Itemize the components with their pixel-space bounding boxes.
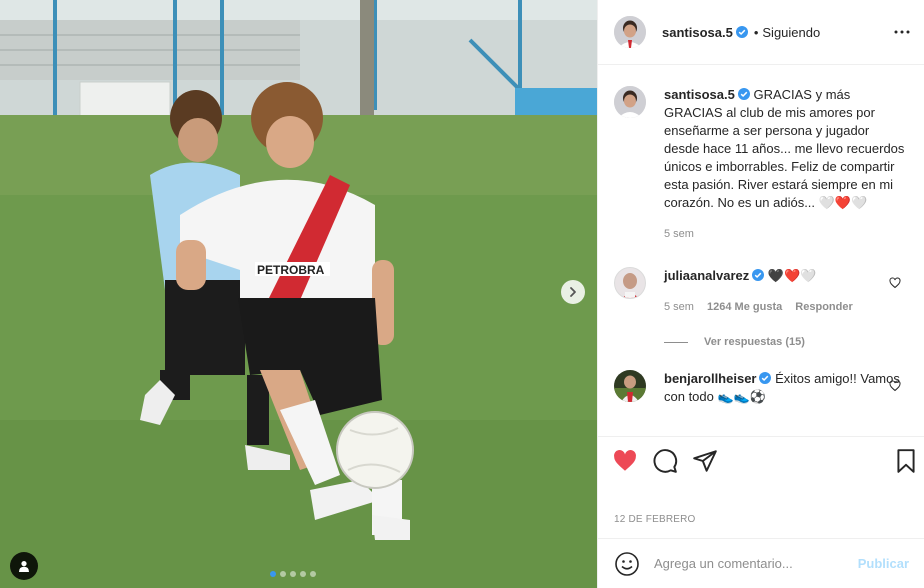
verified-badge-icon <box>737 88 750 100</box>
comment-username[interactable]: juliaanalvarez <box>664 268 749 283</box>
avatar-image <box>614 86 646 118</box>
carousel-dot <box>270 571 276 577</box>
following-button[interactable]: Siguiendo <box>762 25 820 40</box>
view-replies-button[interactable]: Ver respuestas (15) <box>664 336 909 348</box>
carousel-indicator <box>270 571 316 577</box>
comment-avatar[interactable] <box>614 370 646 402</box>
comment-item: juliaanalvarez 🖤❤️🤍 5 sem 1264 Me gusta … <box>614 267 909 316</box>
author-avatar[interactable] <box>614 16 646 48</box>
comment-likes[interactable]: 1264 Me gusta <box>707 301 782 313</box>
post-actions <box>598 436 924 486</box>
caption-text: GRACIAS y más GRACIAS al club de mis amo… <box>664 87 905 210</box>
comment-composer: Publicar <box>598 538 924 588</box>
reply-button[interactable]: Responder <box>795 301 852 313</box>
instagram-post: PETROBRA santisosa.5 • Siguiendo santiso… <box>0 0 924 588</box>
caption-username[interactable]: santisosa.5 <box>664 87 735 102</box>
comment-avatar[interactable] <box>614 267 646 299</box>
post-date[interactable]: 12 DE FEBRERO <box>614 514 696 525</box>
save-bookmark-icon[interactable] <box>893 448 919 474</box>
post-header: santisosa.5 • Siguiendo <box>598 0 924 65</box>
avatar-image <box>615 268 645 298</box>
post-media[interactable]: PETROBRA <box>0 0 597 588</box>
caption: santisosa.5 GRACIAS y más GRACIAS al clu… <box>614 86 909 243</box>
publish-button[interactable]: Publicar <box>858 556 909 571</box>
caption-avatar[interactable] <box>614 86 646 118</box>
share-icon[interactable] <box>692 448 718 474</box>
carousel-dot <box>310 571 316 577</box>
avatar-image <box>614 16 646 48</box>
chevron-right-icon <box>570 287 576 297</box>
comment-time[interactable]: 5 sem <box>664 301 694 313</box>
avatar-image <box>614 370 646 402</box>
comment-item: benjarollheiser Éxitos amigo!! Vamos con… <box>614 370 909 406</box>
carousel-dot <box>300 571 306 577</box>
author-username[interactable]: santisosa.5 <box>662 25 733 40</box>
verified-badge-icon <box>759 372 772 384</box>
caption-meta: 5 sem <box>664 225 906 243</box>
more-options-icon[interactable] <box>892 22 912 42</box>
post-sidebar: santisosa.5 • Siguiendo santisosa.5 GRAC… <box>597 0 924 588</box>
comment-text: 🖤❤️🤍 <box>767 268 817 283</box>
tagged-users-button[interactable] <box>10 552 38 580</box>
next-slide-button[interactable] <box>561 280 585 304</box>
carousel-dot <box>290 571 296 577</box>
caption-time[interactable]: 5 sem <box>664 228 694 240</box>
comment-meta: 5 sem 1264 Me gusta Responder <box>664 298 906 316</box>
carousel-dot <box>280 571 286 577</box>
svg-text:PETROBRA: PETROBRA <box>257 263 325 277</box>
liked-heart-icon[interactable] <box>612 448 638 474</box>
like-comment-heart-icon[interactable] <box>889 277 901 289</box>
separator-dot: • <box>753 24 759 40</box>
comments-list[interactable]: santisosa.5 GRACIAS y más GRACIAS al clu… <box>598 66 924 436</box>
comment-username[interactable]: benjarollheiser <box>664 371 756 386</box>
comment-icon[interactable] <box>652 448 678 474</box>
post-photo: PETROBRA <box>0 0 597 588</box>
view-replies-label[interactable]: Ver respuestas (15) <box>704 336 805 348</box>
emoji-icon[interactable] <box>614 551 640 577</box>
like-comment-heart-icon[interactable] <box>889 380 901 392</box>
verified-badge-icon <box>735 26 748 38</box>
comment-input[interactable] <box>654 556 850 571</box>
verified-badge-icon <box>752 269 765 281</box>
replies-divider <box>664 341 688 343</box>
user-tag-icon <box>19 561 29 572</box>
